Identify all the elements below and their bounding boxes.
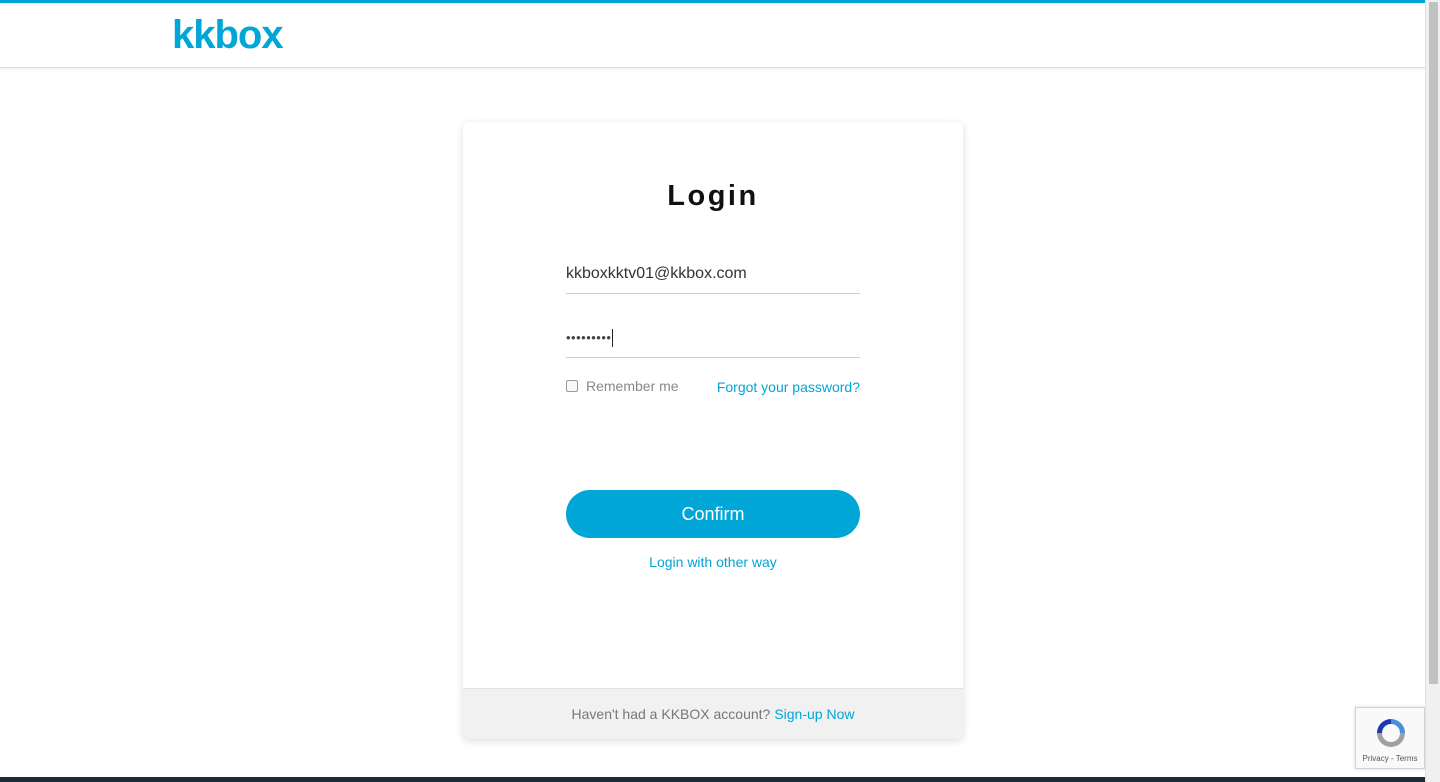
vertical-scrollbar[interactable] [1425,0,1440,782]
recaptcha-separator: - [1388,754,1396,763]
kkbox-logo[interactable]: kkbox [172,15,300,51]
confirm-button[interactable]: Confirm [566,490,860,538]
login-title: Login [667,180,759,212]
kkbox-logo-icon: kkbox [172,15,284,51]
text-caret [612,328,614,347]
svg-text:kkbox: kkbox [172,15,283,51]
recaptcha-icon [1377,719,1405,747]
forgot-password-link[interactable]: Forgot your password? [717,379,860,395]
recaptcha-links: Privacy - Terms [1356,754,1424,763]
login-card: Login ••••••••• Remember me Forgot your … [463,122,963,739]
remember-me-label: Remember me [586,378,679,394]
recaptcha-terms-link[interactable]: Terms [1396,754,1418,763]
remember-me[interactable]: Remember me [566,378,679,394]
remember-me-checkbox[interactable] [566,380,578,392]
card-footer: Haven't had a KKBOX account? Sign-up Now [463,688,963,739]
login-other-way-link[interactable]: Login with other way [463,554,963,570]
signup-prompt: Haven't had a KKBOX account? [571,706,771,722]
top-header: kkbox [0,0,1425,68]
recaptcha-privacy-link[interactable]: Privacy [1363,754,1389,763]
scrollbar-thumb[interactable] [1429,2,1438,684]
password-field[interactable]: ••••••••• [566,318,860,358]
page: kkbox Login ••••••••• Remember me Forgot… [0,0,1425,782]
password-mask: ••••••••• [566,330,612,345]
signup-link[interactable]: Sign-up Now [774,706,854,722]
email-field[interactable] [566,254,860,294]
recaptcha-badge[interactable]: Privacy - Terms [1355,707,1425,769]
bottom-bar [0,777,1425,782]
